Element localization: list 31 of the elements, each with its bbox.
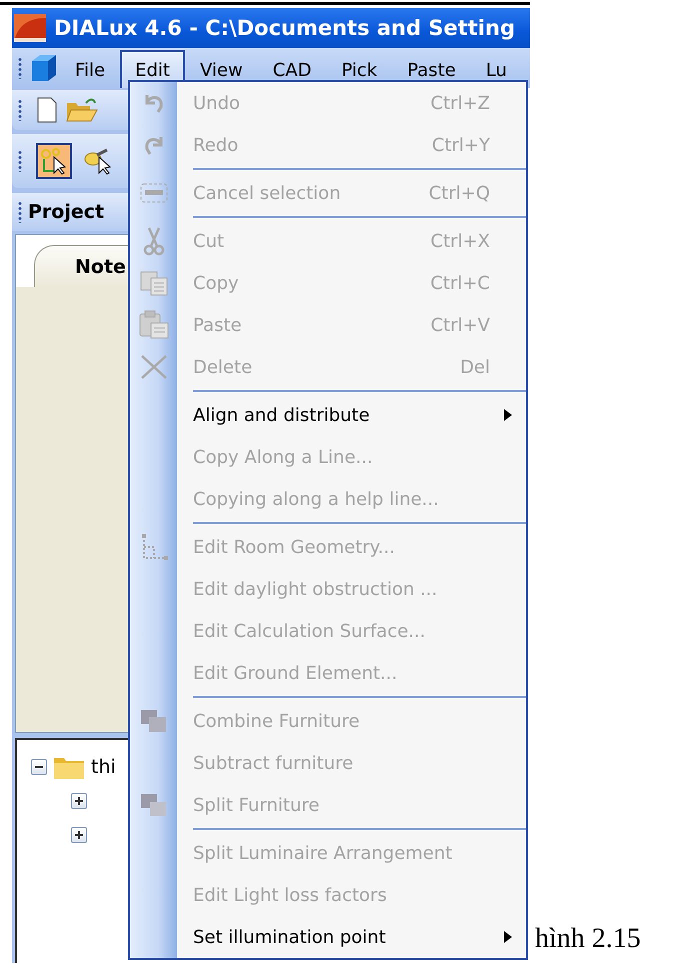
- menu-bar-item[interactable]: File: [60, 50, 120, 88]
- panel-title: Project: [28, 201, 104, 223]
- toolbar-grip[interactable]: [18, 99, 22, 121]
- window-title: DIALux 4.6 - C:\Documents and Setting: [54, 16, 515, 40]
- submenu-arrow-icon: [504, 931, 512, 943]
- clipboard-icon: [138, 310, 170, 340]
- collapse-toggle[interactable]: [31, 759, 47, 775]
- select-tool-icon: [40, 147, 68, 175]
- room-outline-icon: [140, 533, 168, 561]
- expand-toggle[interactable]: [71, 793, 87, 809]
- figure-caption: hình 2.15: [535, 923, 641, 955]
- new-document-icon[interactable]: [36, 97, 58, 123]
- open-folder-icon[interactable]: [66, 97, 98, 123]
- squares-icon: [138, 792, 168, 818]
- menu-item[interactable]: Set illumination point: [130, 916, 526, 958]
- app-icon: [14, 14, 46, 42]
- copy-icon: [138, 270, 168, 296]
- menu-item[interactable]: Align and distribute: [130, 394, 526, 436]
- toolbar-grip[interactable]: [18, 150, 22, 172]
- expand-toggle[interactable]: [71, 827, 87, 843]
- tree-item-label[interactable]: thi: [91, 756, 116, 778]
- scissors-icon: [142, 226, 166, 256]
- toolbar-grip[interactable]: [18, 57, 22, 79]
- submenu-arrow-icon: [504, 409, 512, 421]
- delete-icon: [138, 353, 168, 381]
- toolbar-grip[interactable]: [18, 201, 22, 223]
- squares-icon: [138, 708, 168, 734]
- lamp-pointer-icon: [83, 147, 113, 175]
- dashed-rectangle-icon: [138, 182, 168, 204]
- tool-button[interactable]: [36, 143, 72, 179]
- note-tab[interactable]: Note: [34, 245, 128, 287]
